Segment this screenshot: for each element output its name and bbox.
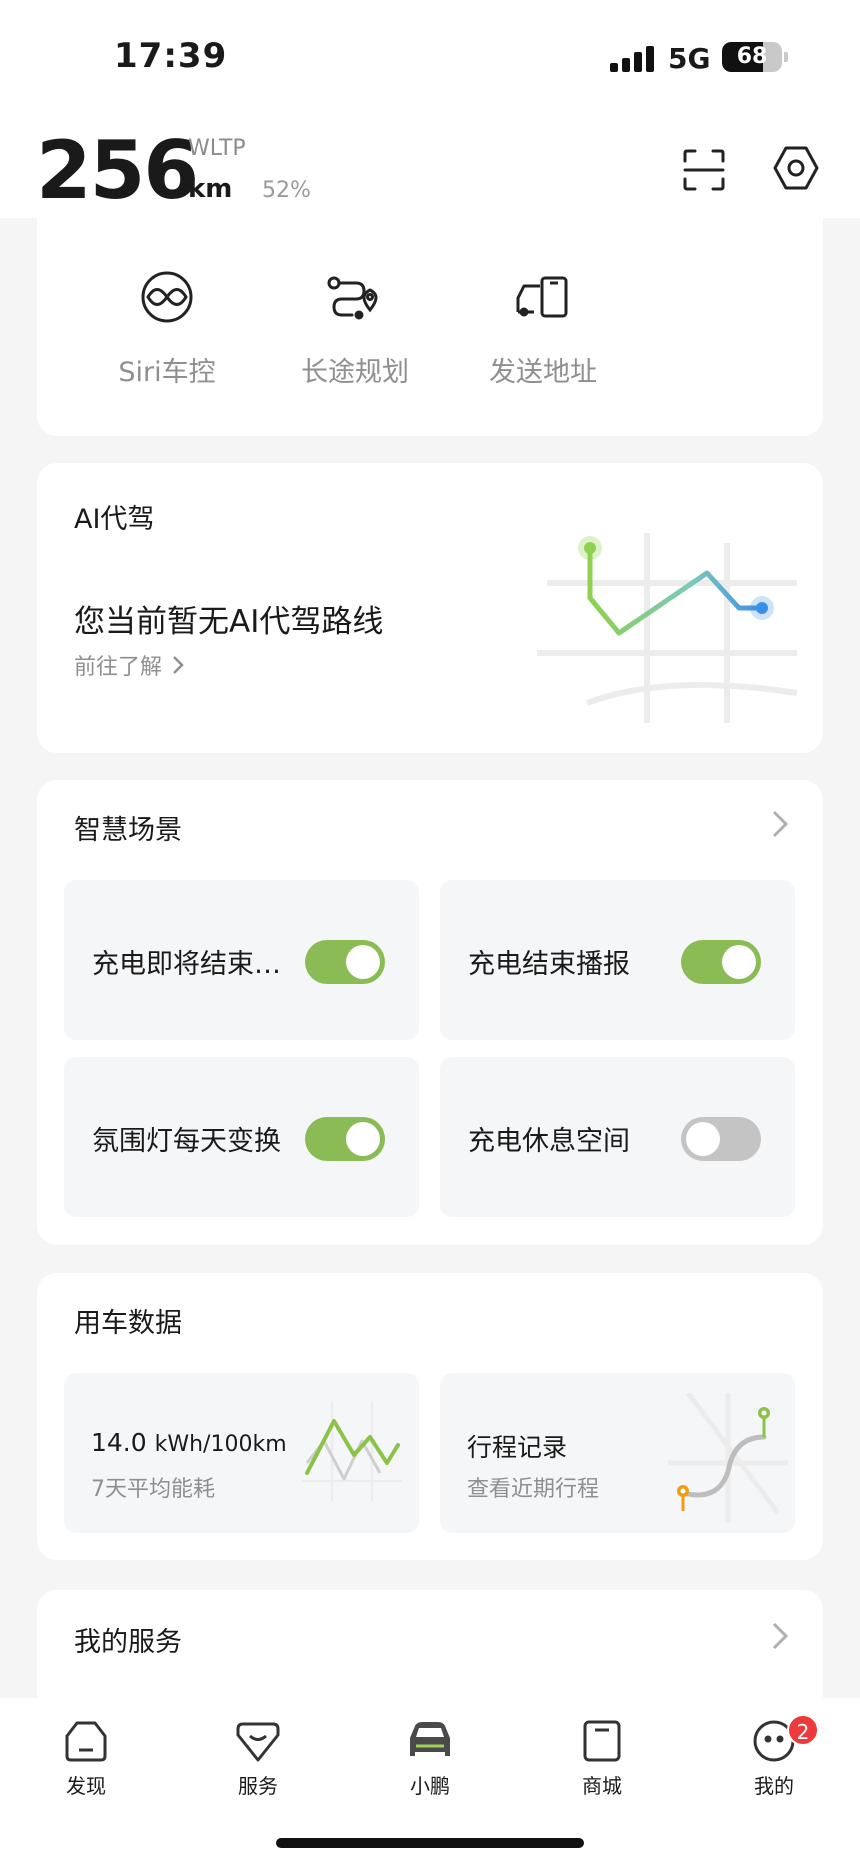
map-streets xyxy=(537,533,798,723)
send-address-icon xyxy=(516,276,568,318)
ai-drive-headline: 您当前暂无AI代驾路线 xyxy=(74,604,384,640)
toggle-knob xyxy=(722,945,756,979)
my-services-title: 我的服务 xyxy=(74,1627,182,1658)
tab-xiaopeng[interactable]: 小鹏 xyxy=(375,1718,485,1799)
trip-record-tile[interactable]: 行程记录 查看近期行程 xyxy=(440,1373,795,1533)
chevron-right-icon xyxy=(173,656,184,674)
tab-shop[interactable]: 商城 xyxy=(547,1718,657,1799)
battery-cap xyxy=(784,52,788,62)
quick-action-label: 发送地址 xyxy=(489,357,597,388)
scene-toggle[interactable] xyxy=(305,940,385,984)
service-icon xyxy=(236,1722,280,1762)
ai-drive-link-label: 前往了解 xyxy=(74,655,163,680)
bottom-tab-bar: 发现 服务 小鹏 商城 2 我的 xyxy=(0,1698,860,1864)
scene-toggle[interactable] xyxy=(305,1117,385,1161)
quick-action-route[interactable]: 长途规划 xyxy=(275,270,435,389)
scene-tile: 氛围灯每天变换 xyxy=(64,1057,419,1217)
scene-tile: 充电结束播报 xyxy=(440,880,795,1040)
car-icon xyxy=(410,1722,450,1756)
scan-icon[interactable] xyxy=(682,148,726,192)
status-time: 17:39 xyxy=(114,36,228,76)
network-type: 5G xyxy=(668,42,711,75)
ai-route-illustration xyxy=(537,533,798,723)
route-end-point xyxy=(756,602,768,614)
range-unit: km xyxy=(188,174,233,204)
quick-actions-card: Siri车控 长途规划 发送地址 xyxy=(37,210,823,436)
quick-action-label: Siri车控 xyxy=(118,357,216,388)
scene-label: 充电结束播报 xyxy=(468,949,630,980)
smart-scenes-card: 智慧场景 充电即将结束提醒 充电结束播报 氛围灯每天变换 充电休息空间 xyxy=(37,780,823,1245)
route-line xyxy=(587,545,765,636)
energy-unit: kWh/100km xyxy=(154,1432,287,1457)
home-indicator[interactable] xyxy=(276,1838,584,1848)
vehicle-data-title: 用车数据 xyxy=(74,1308,182,1339)
tab-label: 发现 xyxy=(66,1774,106,1798)
energy-caption: 7天平均能耗 xyxy=(91,1477,215,1502)
energy-tile[interactable]: 14.0 kWh/100km 7天平均能耗 xyxy=(64,1373,419,1533)
ai-drive-learn-more-link[interactable]: 前往了解 xyxy=(74,649,184,681)
scene-tile: 充电休息空间 xyxy=(440,1057,795,1217)
tab-service[interactable]: 服务 xyxy=(203,1718,313,1799)
quick-action-siri[interactable]: Siri车控 xyxy=(87,270,247,389)
tab-profile[interactable]: 2 我的 xyxy=(719,1714,829,1799)
scene-label: 氛围灯每天变换 xyxy=(92,1126,281,1157)
discover-icon xyxy=(65,1721,107,1762)
range-value: 256 xyxy=(36,124,199,217)
notification-badge: 2 xyxy=(787,1714,819,1746)
toggle-knob xyxy=(346,1122,380,1156)
ai-drive-card[interactable]: AI代驾 您当前暂无AI代驾路线 前往了解 xyxy=(37,463,823,753)
shop-icon xyxy=(583,1720,621,1762)
settings-icon[interactable] xyxy=(772,144,820,192)
trip-map-icon xyxy=(668,1393,788,1523)
status-bar: 17:39 5G 68 xyxy=(0,0,860,110)
energy-value: 14.0 xyxy=(91,1428,147,1457)
trip-record-caption: 查看近期行程 xyxy=(467,1477,600,1502)
vehicle-header: 256 WLTP km 52% xyxy=(0,110,860,218)
chevron-right-icon[interactable] xyxy=(769,1620,791,1652)
scene-toggle[interactable] xyxy=(681,1117,761,1161)
trip-record-title: 行程记录 xyxy=(467,1433,568,1462)
scene-label: 充电即将结束提醒 xyxy=(92,949,292,980)
tab-label: 我的 xyxy=(754,1774,794,1798)
toggle-knob xyxy=(346,945,380,979)
route-planning-icon xyxy=(327,276,378,320)
energy-consumption: 14.0 kWh/100km xyxy=(91,1428,287,1457)
smart-scenes-title: 智慧场景 xyxy=(74,815,182,846)
energy-trend-icon xyxy=(302,1401,402,1501)
tab-label: 商城 xyxy=(582,1774,622,1798)
ai-drive-title: AI代驾 xyxy=(74,504,155,535)
quick-action-send-address[interactable]: 发送地址 xyxy=(463,270,623,389)
quick-action-label: 长途规划 xyxy=(301,357,409,388)
my-services-card[interactable]: 我的服务 xyxy=(37,1590,823,1710)
scene-tile: 充电即将结束提醒 xyxy=(64,880,419,1040)
scene-label: 充电休息空间 xyxy=(468,1126,630,1157)
battery-level: 68 xyxy=(736,44,768,69)
tab-label: 服务 xyxy=(238,1774,278,1798)
scene-toggle[interactable] xyxy=(681,940,761,984)
battery-percent: 52% xyxy=(262,178,311,203)
tab-label: 小鹏 xyxy=(410,1774,450,1798)
vehicle-data-card: 用车数据 14.0 kWh/100km 7天平均能耗 行程记录 查看近期行程 xyxy=(37,1273,823,1560)
signal-strength-icon xyxy=(610,46,654,72)
chevron-right-icon[interactable] xyxy=(769,808,791,840)
tab-discover[interactable]: 发现 xyxy=(31,1718,141,1799)
battery-icon: 68 xyxy=(722,42,782,72)
siri-control-icon xyxy=(141,271,193,323)
range-standard: WLTP xyxy=(188,136,246,161)
toggle-knob xyxy=(686,1122,720,1156)
